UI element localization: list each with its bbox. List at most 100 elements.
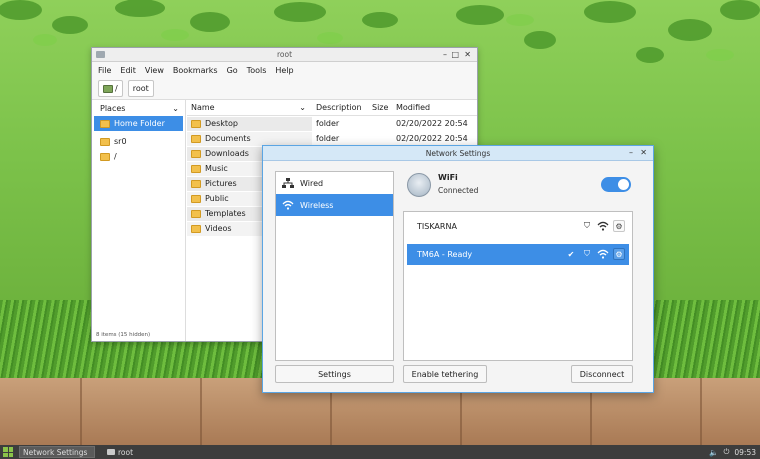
network-item-tiskarna[interactable]: TISKARNA ⛉ ⚙ bbox=[407, 216, 629, 237]
power-icon[interactable]: ⏻ bbox=[723, 447, 729, 457]
column-size[interactable]: Size bbox=[368, 103, 392, 112]
menu-view[interactable]: View bbox=[145, 66, 164, 75]
shield-icon: ⛉ bbox=[584, 221, 590, 230]
menu-bookmarks[interactable]: Bookmarks bbox=[173, 66, 218, 75]
file-name: Templates bbox=[205, 209, 246, 218]
file-name: Documents bbox=[205, 134, 251, 143]
network-item-tm6a[interactable]: TM6A - Ready ✔ ⛉ ⚙ bbox=[407, 244, 629, 265]
folder-icon bbox=[191, 134, 201, 143]
file-manager-title: root bbox=[276, 50, 293, 59]
network-name: TM6A - Ready bbox=[417, 250, 473, 259]
gear-icon[interactable]: ⚙ bbox=[613, 248, 625, 260]
file-name: Pictures bbox=[205, 179, 237, 188]
clock[interactable]: 09:53 bbox=[734, 448, 756, 457]
menu-tools[interactable]: Tools bbox=[247, 66, 267, 75]
place-label: Home Folder bbox=[114, 119, 165, 128]
minimize-icon[interactable]: – bbox=[443, 50, 447, 59]
taskbar-item-label: root bbox=[118, 447, 134, 457]
wifi-label: WiFi bbox=[438, 173, 458, 182]
system-tray: 🔈 ⏻ 09:53 bbox=[709, 447, 756, 457]
file-name: Music bbox=[205, 164, 228, 173]
check-icon: ✔ bbox=[567, 249, 575, 259]
file-name: Public bbox=[205, 194, 229, 203]
path-current-button[interactable]: root bbox=[127, 80, 154, 97]
network-settings-title: Network Settings bbox=[425, 149, 491, 158]
enable-tethering-button[interactable]: Enable tethering bbox=[403, 365, 487, 383]
column-description[interactable]: Description bbox=[312, 103, 368, 112]
folder-icon bbox=[107, 449, 115, 455]
wifi-signal-icon bbox=[597, 249, 609, 259]
wifi-antenna-icon bbox=[407, 173, 431, 197]
places-panel: Places ⌄ Home Folder sr0 / 8 items (15 h… bbox=[92, 100, 186, 341]
menu-edit[interactable]: Edit bbox=[120, 66, 136, 75]
chevron-down-icon[interactable]: ⌄ bbox=[172, 104, 179, 113]
drive-icon bbox=[103, 84, 113, 93]
taskbar-item-network-settings[interactable]: Network Settings bbox=[19, 446, 95, 458]
settings-button[interactable]: Settings bbox=[275, 365, 394, 383]
shield-icon: ⛉ bbox=[584, 249, 590, 258]
column-name[interactable]: Name ⌄ bbox=[187, 103, 312, 112]
network-list: TISKARNA ⛉ ⚙ TM6A - Ready ✔ ⛉ ⚙ bbox=[403, 211, 633, 361]
path-root-button[interactable]: / bbox=[98, 80, 123, 97]
place-home-folder[interactable]: Home Folder bbox=[94, 116, 183, 131]
connection-type-list: Wired Wireless bbox=[275, 171, 394, 361]
menu-help[interactable]: Help bbox=[275, 66, 293, 75]
folder-icon bbox=[191, 149, 201, 158]
table-row[interactable]: Documents folder 02/20/2022 20:54 bbox=[187, 131, 477, 146]
close-icon[interactable]: ✕ bbox=[640, 148, 647, 157]
file-list-header: Name ⌄ Description Size Modified bbox=[187, 100, 477, 116]
folder-icon bbox=[191, 194, 201, 203]
sidebar-item-wireless[interactable]: Wireless bbox=[276, 194, 393, 216]
path-bar: / root bbox=[92, 78, 477, 100]
file-name: Downloads bbox=[205, 149, 249, 158]
places-header[interactable]: Places ⌄ bbox=[92, 100, 185, 116]
column-modified[interactable]: Modified bbox=[392, 103, 472, 112]
folder-icon bbox=[191, 164, 201, 173]
folder-icon bbox=[191, 224, 201, 233]
folder-icon bbox=[100, 137, 110, 146]
wifi-header: WiFi Connected bbox=[405, 171, 631, 203]
column-name-label: Name bbox=[191, 103, 215, 112]
taskbar-item-root[interactable]: root bbox=[104, 446, 136, 458]
folder-icon bbox=[100, 152, 110, 161]
folder-icon bbox=[191, 179, 201, 188]
taskbar: Network Settings root 🔈 ⏻ 09:53 bbox=[0, 445, 760, 459]
table-row[interactable]: Desktop folder 02/20/2022 20:54 bbox=[187, 116, 477, 131]
path-current-label: root bbox=[132, 84, 149, 93]
network-settings-titlebar[interactable]: Network Settings – ✕ bbox=[263, 146, 653, 161]
wired-network-icon bbox=[282, 177, 294, 188]
minimize-icon[interactable]: – bbox=[629, 148, 633, 157]
wifi-icon bbox=[282, 200, 294, 210]
sidebar-item-label: Wireless bbox=[300, 200, 334, 210]
close-icon[interactable]: ✕ bbox=[464, 50, 471, 59]
wifi-status: Connected bbox=[438, 186, 479, 195]
start-menu-icon[interactable] bbox=[3, 447, 13, 457]
volume-icon[interactable]: 🔈 bbox=[709, 448, 718, 457]
place-root[interactable]: / bbox=[94, 149, 183, 164]
sidebar-item-wired[interactable]: Wired bbox=[276, 172, 393, 194]
folder-icon bbox=[191, 209, 201, 218]
wifi-toggle[interactable] bbox=[601, 177, 631, 192]
status-text: 8 items (15 hidden) bbox=[96, 332, 151, 338]
path-root-label: / bbox=[115, 84, 118, 93]
sidebar-item-label: Wired bbox=[300, 178, 324, 188]
sort-chevron-icon[interactable]: ⌄ bbox=[299, 103, 306, 112]
menu-go[interactable]: Go bbox=[227, 66, 238, 75]
folder-icon bbox=[100, 119, 110, 128]
places-header-label: Places bbox=[100, 103, 126, 113]
file-name: Desktop bbox=[205, 119, 238, 128]
file-modified: 02/20/2022 20:54 bbox=[396, 119, 468, 128]
disconnect-button[interactable]: Disconnect bbox=[571, 365, 633, 383]
menu-file[interactable]: File bbox=[98, 66, 111, 75]
folder-icon bbox=[191, 119, 201, 128]
menu-bar: File Edit View Bookmarks Go Tools Help bbox=[92, 62, 477, 78]
place-sr0[interactable]: sr0 bbox=[94, 134, 183, 149]
gear-icon[interactable]: ⚙ bbox=[613, 220, 625, 232]
file-manager-titlebar[interactable]: root – □ ✕ bbox=[92, 48, 477, 62]
network-settings-window[interactable]: Network Settings – ✕ Wired Wireless WiFi… bbox=[262, 145, 654, 393]
file-name: Videos bbox=[205, 224, 232, 233]
taskbar-item-label: Network Settings bbox=[23, 447, 88, 457]
maximize-icon[interactable]: □ bbox=[451, 50, 459, 59]
place-label: / bbox=[114, 152, 117, 161]
network-name: TISKARNA bbox=[417, 222, 457, 231]
